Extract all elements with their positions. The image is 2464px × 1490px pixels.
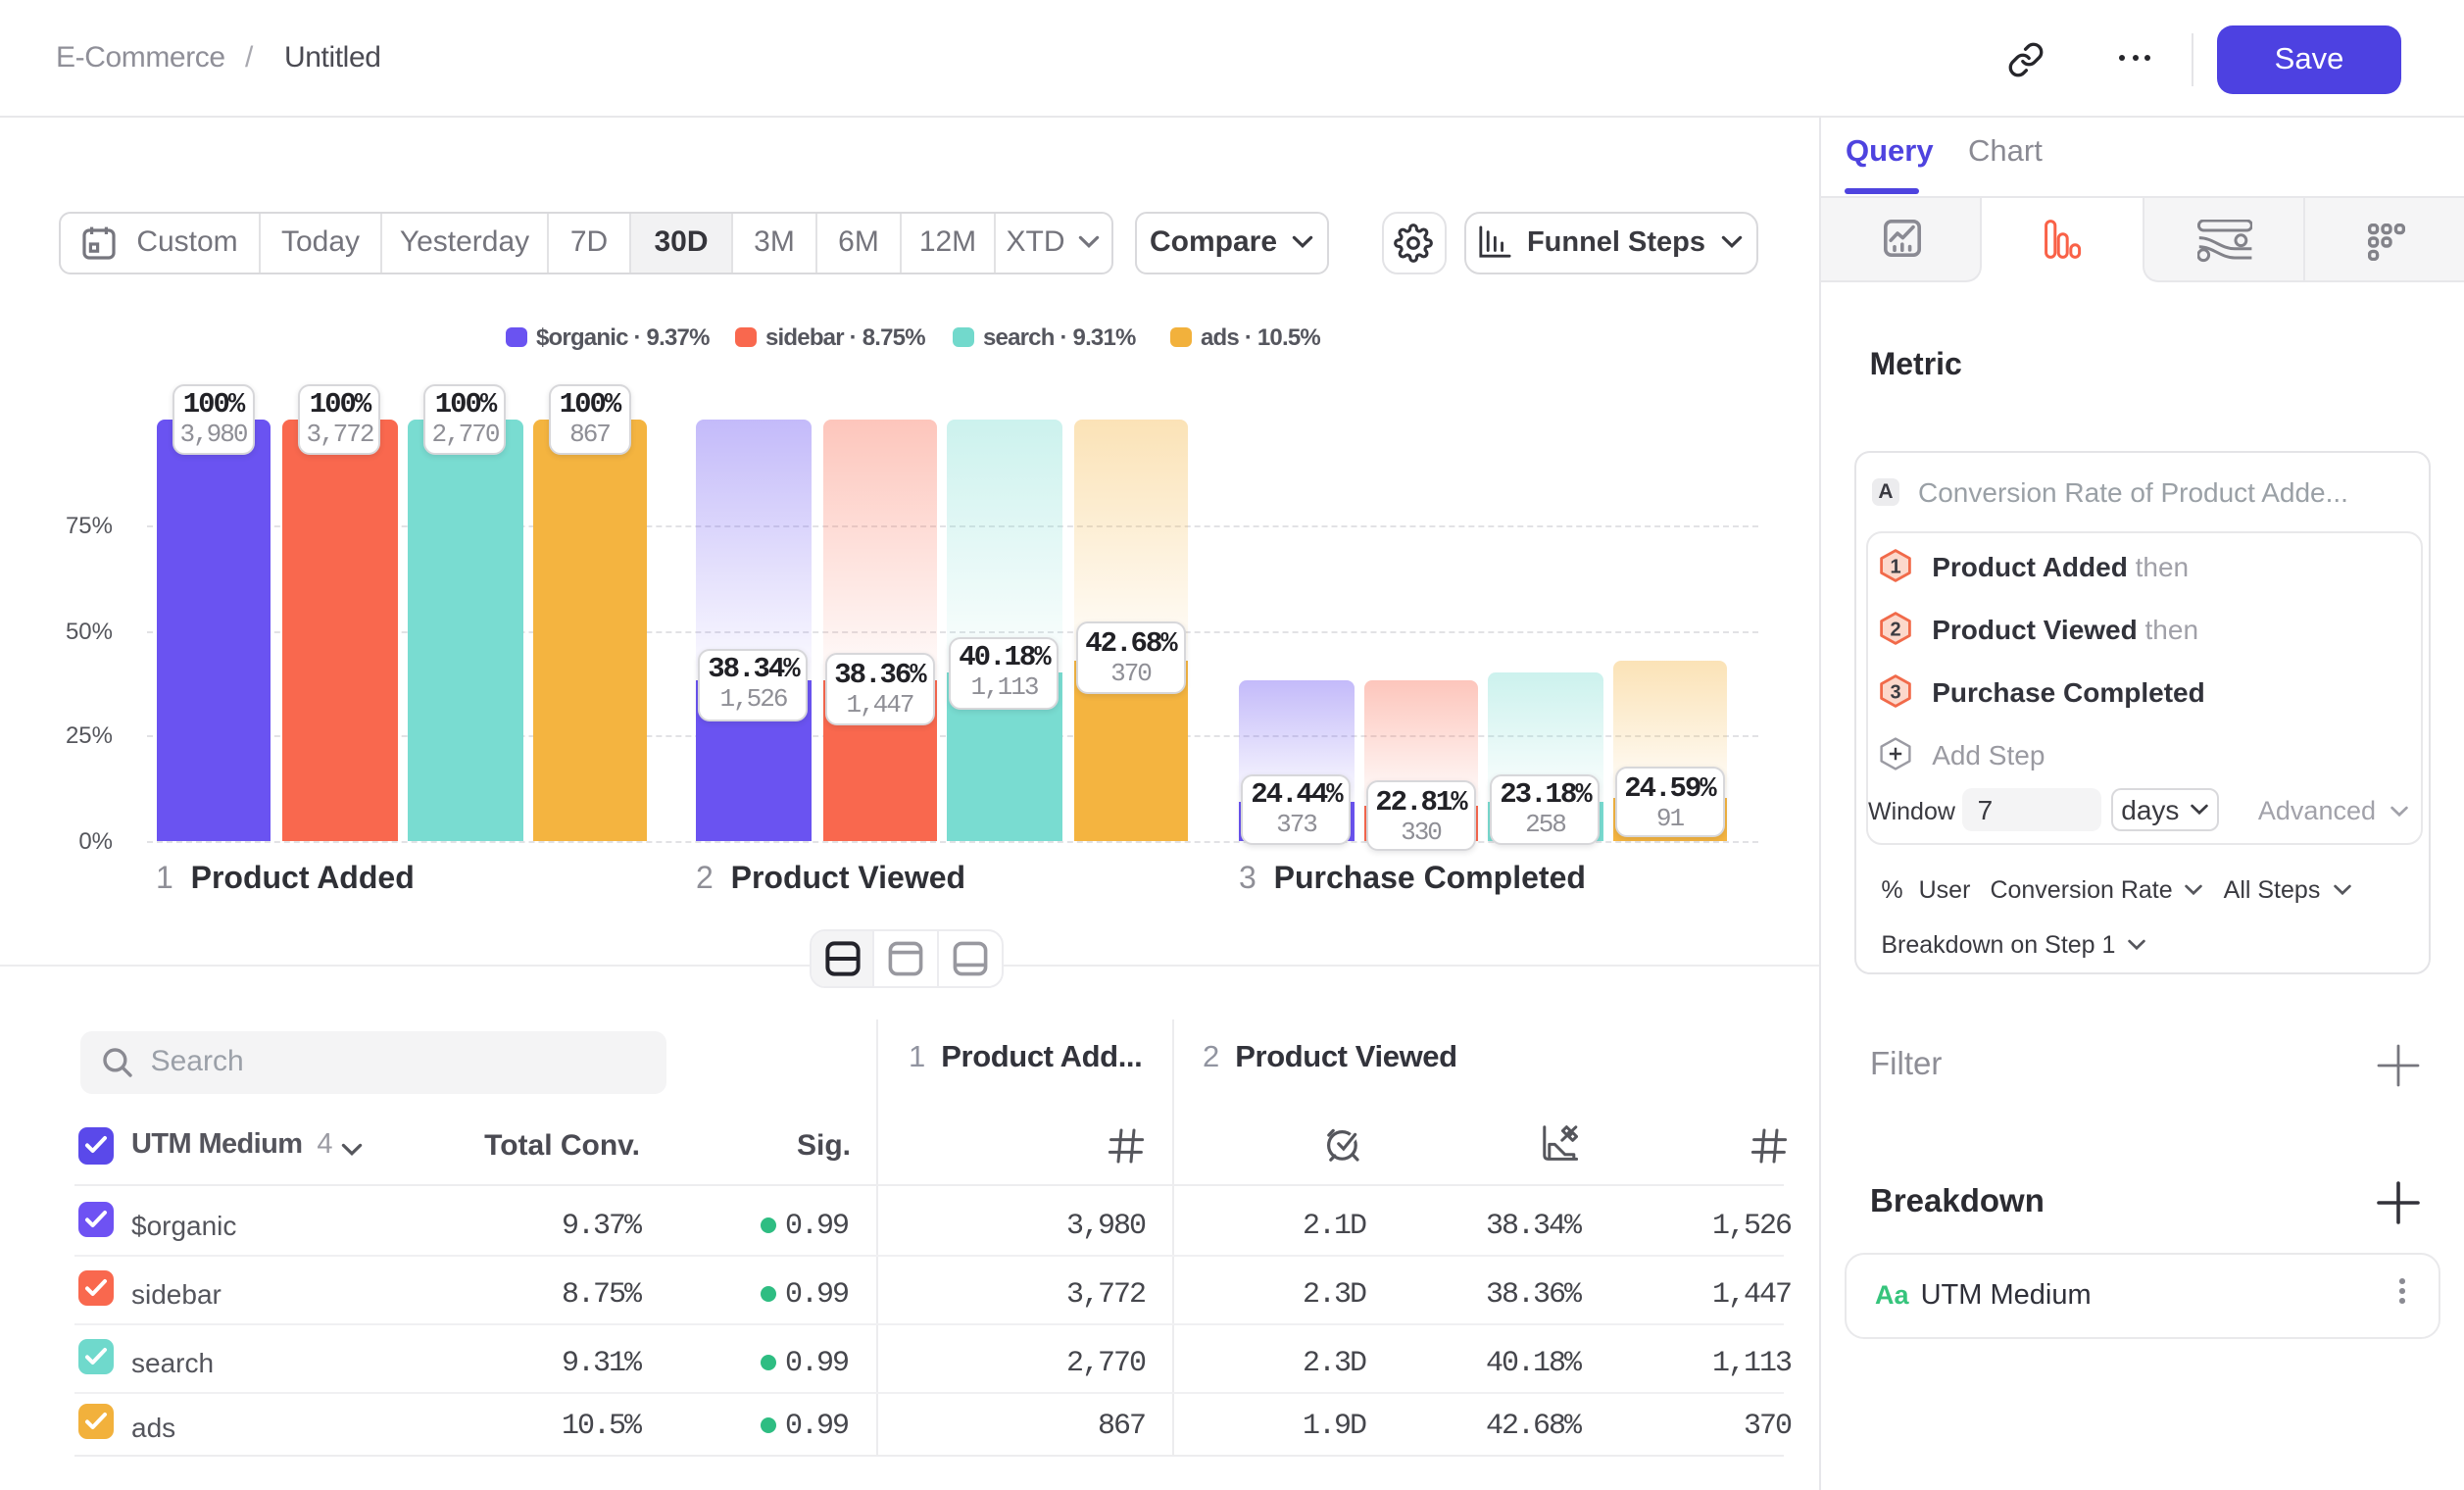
svg-text:2: 2	[1889, 620, 1899, 641]
svg-text:3: 3	[1889, 682, 1899, 704]
svg-text:1: 1	[1889, 557, 1899, 578]
